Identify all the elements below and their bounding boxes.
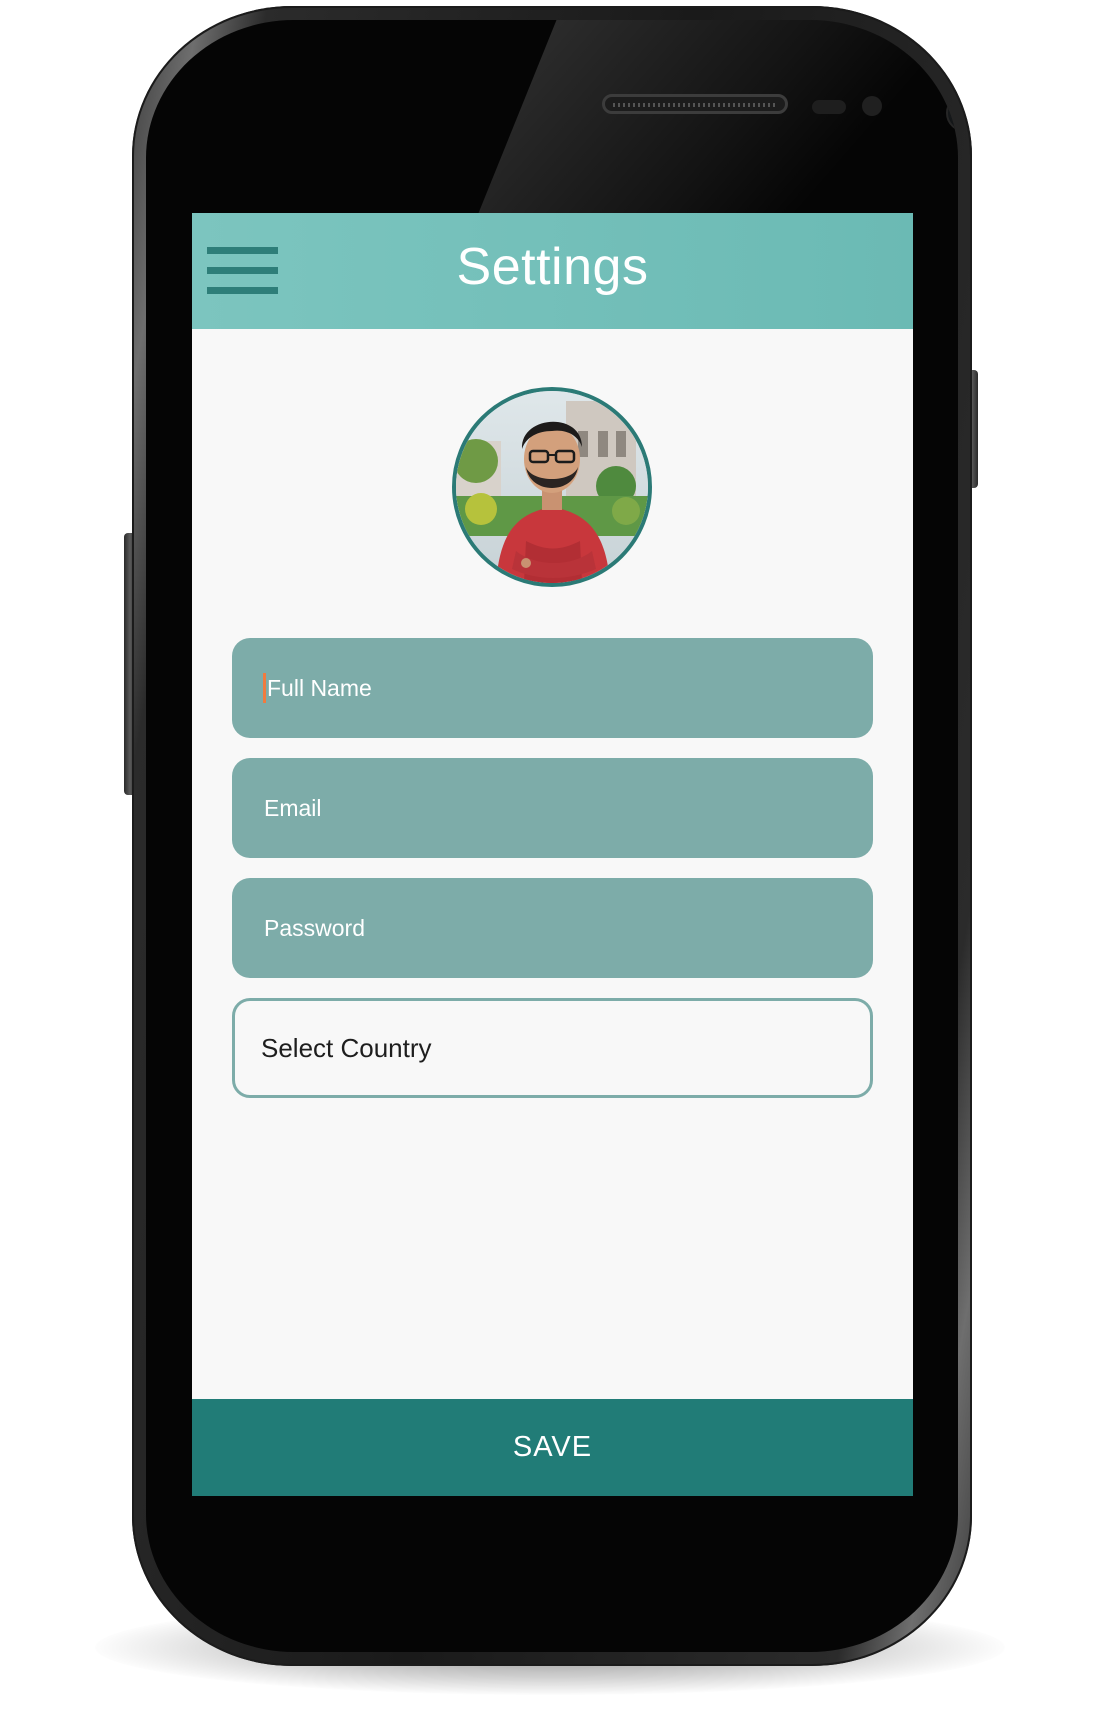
avatar[interactable]: [452, 387, 652, 587]
save-button[interactable]: SAVE: [192, 1399, 913, 1496]
country-select-label: Select Country: [261, 1032, 432, 1063]
profile-photo-icon: [456, 391, 648, 583]
app-screen: Settings Full Name Email Password Select…: [192, 213, 913, 1496]
device-mockup: Settings Full Name Email Password Select…: [0, 0, 1101, 1709]
page-title: Settings: [456, 238, 649, 296]
light-sensor: [862, 96, 882, 116]
full-name-field[interactable]: Full Name: [232, 638, 873, 738]
country-select[interactable]: Select Country: [232, 998, 873, 1098]
app-bar: Settings: [192, 213, 913, 329]
earpiece-speaker: [602, 94, 788, 114]
proximity-sensor: [812, 100, 846, 114]
email-field[interactable]: Email: [232, 758, 873, 858]
full-name-placeholder: Full Name: [267, 674, 372, 701]
password-placeholder: Password: [264, 914, 365, 941]
password-field[interactable]: Password: [232, 878, 873, 978]
email-placeholder: Email: [264, 794, 322, 821]
text-cursor: [263, 673, 266, 703]
